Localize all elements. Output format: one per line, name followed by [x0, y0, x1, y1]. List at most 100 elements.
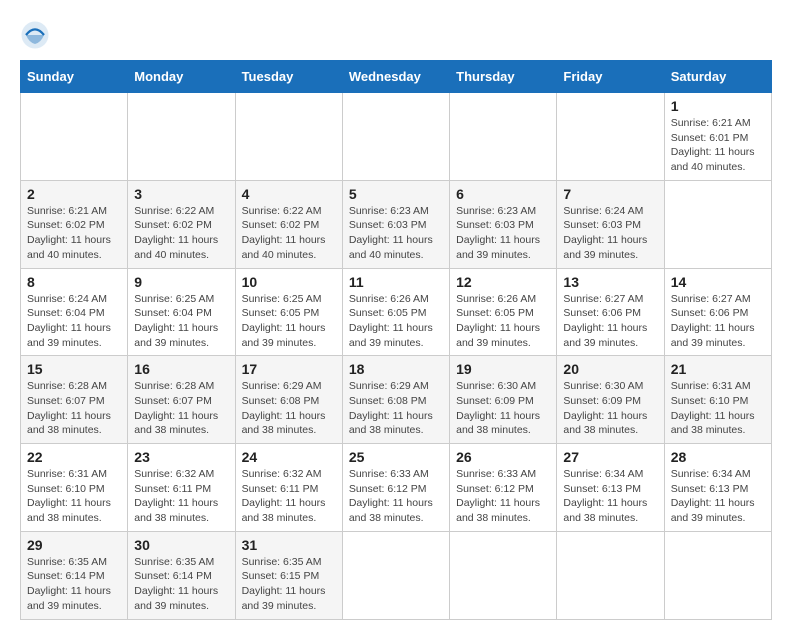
day-info: Sunrise: 6:27 AMSunset: 6:06 PMDaylight:…: [671, 292, 765, 351]
calendar-cell: 17 Sunrise: 6:29 AMSunset: 6:08 PMDayligh…: [235, 356, 342, 444]
calendar-cell: 7 Sunrise: 6:24 AMSunset: 6:03 PMDaylight…: [557, 180, 664, 268]
calendar-cell: [450, 531, 557, 619]
logo-icon: [20, 20, 50, 50]
calendar-cell: 14 Sunrise: 6:27 AMSunset: 6:06 PMDayligh…: [664, 268, 771, 356]
day-info: Sunrise: 6:31 AMSunset: 6:10 PMDaylight:…: [27, 467, 121, 526]
calendar-cell: 26Sunrise: 6:33 AMSunset: 6:12 PMDayligh…: [450, 444, 557, 532]
calendar-cell: 5 Sunrise: 6:23 AMSunset: 6:03 PMDaylight…: [342, 180, 449, 268]
calendar-cell: 2Sunrise: 6:21 AMSunset: 6:02 PMDaylight…: [21, 180, 128, 268]
day-number: 20: [563, 361, 657, 377]
day-number: 26: [456, 449, 550, 465]
day-info: Sunrise: 6:34 AMSunset: 6:13 PMDaylight:…: [671, 467, 765, 526]
day-info: Sunrise: 6:35 AMSunset: 6:15 PMDaylight:…: [242, 555, 336, 614]
calendar-cell: [342, 93, 449, 181]
day-number: 2: [27, 186, 121, 202]
day-number: 11: [349, 274, 443, 290]
calendar-week-5: 22Sunrise: 6:31 AMSunset: 6:10 PMDayligh…: [21, 444, 772, 532]
day-number: 14: [671, 274, 765, 290]
day-info: Sunrise: 6:34 AMSunset: 6:13 PMDaylight:…: [563, 467, 657, 526]
calendar-table: SundayMondayTuesdayWednesdayThursdayFrid…: [20, 60, 772, 620]
calendar-cell: 11 Sunrise: 6:26 AMSunset: 6:05 PMDayligh…: [342, 268, 449, 356]
day-info: Sunrise: 6:31 AMSunset: 6:10 PMDaylight:…: [671, 379, 765, 438]
calendar-cell: 9Sunrise: 6:25 AMSunset: 6:04 PMDaylight…: [128, 268, 235, 356]
calendar-week-3: 8 Sunrise: 6:24 AMSunset: 6:04 PMDaylight…: [21, 268, 772, 356]
day-number: 12: [456, 274, 550, 290]
calendar-cell: [557, 93, 664, 181]
logo: [20, 20, 54, 50]
calendar-cell: 21 Sunrise: 6:31 AMSunset: 6:10 PMDayligh…: [664, 356, 771, 444]
day-header-tuesday: Tuesday: [235, 61, 342, 93]
calendar-cell: [664, 180, 771, 268]
calendar-cell: [21, 93, 128, 181]
day-info: Sunrise: 6:30 AMSunset: 6:09 PMDaylight:…: [563, 379, 657, 438]
day-header-sunday: Sunday: [21, 61, 128, 93]
day-number: 23: [134, 449, 228, 465]
day-number: 24: [242, 449, 336, 465]
calendar-cell: 8 Sunrise: 6:24 AMSunset: 6:04 PMDaylight…: [21, 268, 128, 356]
calendar-cell: 27Sunrise: 6:34 AMSunset: 6:13 PMDayligh…: [557, 444, 664, 532]
day-number: 16: [134, 361, 228, 377]
calendar-cell: 15Sunrise: 6:28 AMSunset: 6:07 PMDayligh…: [21, 356, 128, 444]
day-info: Sunrise: 6:35 AMSunset: 6:14 PMDaylight:…: [134, 555, 228, 614]
day-info: Sunrise: 6:26 AMSunset: 6:05 PMDaylight:…: [349, 292, 443, 351]
calendar-cell: 19 Sunrise: 6:30 AMSunset: 6:09 PMDayligh…: [450, 356, 557, 444]
day-info: Sunrise: 6:32 AMSunset: 6:11 PMDaylight:…: [242, 467, 336, 526]
calendar-cell: 18 Sunrise: 6:29 AMSunset: 6:08 PMDayligh…: [342, 356, 449, 444]
calendar-week-6: 29 Sunrise: 6:35 AMSunset: 6:14 PMDayligh…: [21, 531, 772, 619]
day-info: Sunrise: 6:29 AMSunset: 6:08 PMDaylight:…: [349, 379, 443, 438]
day-header-saturday: Saturday: [664, 61, 771, 93]
calendar-cell: 29 Sunrise: 6:35 AMSunset: 6:14 PMDayligh…: [21, 531, 128, 619]
calendar-cell: 3Sunrise: 6:22 AMSunset: 6:02 PMDaylight…: [128, 180, 235, 268]
calendar-cell: 10Sunrise: 6:25 AMSunset: 6:05 PMDayligh…: [235, 268, 342, 356]
page-header: [20, 20, 772, 50]
day-number: 5: [349, 186, 443, 202]
day-info: Sunrise: 6:27 AMSunset: 6:06 PMDaylight:…: [563, 292, 657, 351]
day-info: Sunrise: 6:35 AMSunset: 6:14 PMDaylight:…: [27, 555, 121, 614]
calendar-cell: [128, 93, 235, 181]
day-header-friday: Friday: [557, 61, 664, 93]
day-number: 7: [563, 186, 657, 202]
day-info: Sunrise: 6:25 AMSunset: 6:05 PMDaylight:…: [242, 292, 336, 351]
calendar-cell: [557, 531, 664, 619]
day-info: Sunrise: 6:21 AMSunset: 6:01 PMDaylight:…: [671, 116, 765, 175]
calendar-cell: 13Sunrise: 6:27 AMSunset: 6:06 PMDayligh…: [557, 268, 664, 356]
day-number: 31: [242, 537, 336, 553]
day-number: 15: [27, 361, 121, 377]
day-number: 17: [242, 361, 336, 377]
calendar-cell: 4 Sunrise: 6:22 AMSunset: 6:02 PMDaylight…: [235, 180, 342, 268]
calendar-cell: [342, 531, 449, 619]
calendar-cell: [235, 93, 342, 181]
calendar-cell: 28 Sunrise: 6:34 AMSunset: 6:13 PMDayligh…: [664, 444, 771, 532]
calendar-cell: 22Sunrise: 6:31 AMSunset: 6:10 PMDayligh…: [21, 444, 128, 532]
day-number: 19: [456, 361, 550, 377]
day-number: 29: [27, 537, 121, 553]
day-info: Sunrise: 6:22 AMSunset: 6:02 PMDaylight:…: [242, 204, 336, 263]
day-number: 8: [27, 274, 121, 290]
day-number: 28: [671, 449, 765, 465]
day-number: 21: [671, 361, 765, 377]
day-header-monday: Monday: [128, 61, 235, 93]
calendar-cell: 30Sunrise: 6:35 AMSunset: 6:14 PMDayligh…: [128, 531, 235, 619]
day-info: Sunrise: 6:23 AMSunset: 6:03 PMDaylight:…: [349, 204, 443, 263]
day-info: Sunrise: 6:28 AMSunset: 6:07 PMDaylight:…: [134, 379, 228, 438]
day-info: Sunrise: 6:33 AMSunset: 6:12 PMDaylight:…: [349, 467, 443, 526]
calendar-cell: 25 Sunrise: 6:33 AMSunset: 6:12 PMDayligh…: [342, 444, 449, 532]
day-number: 6: [456, 186, 550, 202]
day-info: Sunrise: 6:24 AMSunset: 6:04 PMDaylight:…: [27, 292, 121, 351]
day-number: 25: [349, 449, 443, 465]
calendar-cell: 16 Sunrise: 6:28 AMSunset: 6:07 PMDayligh…: [128, 356, 235, 444]
day-info: Sunrise: 6:32 AMSunset: 6:11 PMDaylight:…: [134, 467, 228, 526]
calendar-week-1: 1Sunrise: 6:21 AMSunset: 6:01 PMDaylight…: [21, 93, 772, 181]
day-info: Sunrise: 6:30 AMSunset: 6:09 PMDaylight:…: [456, 379, 550, 438]
calendar-cell: 6Sunrise: 6:23 AMSunset: 6:03 PMDaylight…: [450, 180, 557, 268]
calendar-cell: 31 Sunrise: 6:35 AMSunset: 6:15 PMDayligh…: [235, 531, 342, 619]
day-number: 4: [242, 186, 336, 202]
calendar-week-4: 15 Sunrise: 6:28 AMSunset: 6:07 PMDayligh…: [21, 356, 772, 444]
day-info: Sunrise: 6:24 AMSunset: 6:03 PMDaylight:…: [563, 204, 657, 263]
day-number: 3: [134, 186, 228, 202]
calendar-cell: 12Sunrise: 6:26 AMSunset: 6:05 PMDayligh…: [450, 268, 557, 356]
day-info: Sunrise: 6:29 AMSunset: 6:08 PMDaylight:…: [242, 379, 336, 438]
day-header-thursday: Thursday: [450, 61, 557, 93]
calendar-cell: [664, 531, 771, 619]
day-number: 18: [349, 361, 443, 377]
